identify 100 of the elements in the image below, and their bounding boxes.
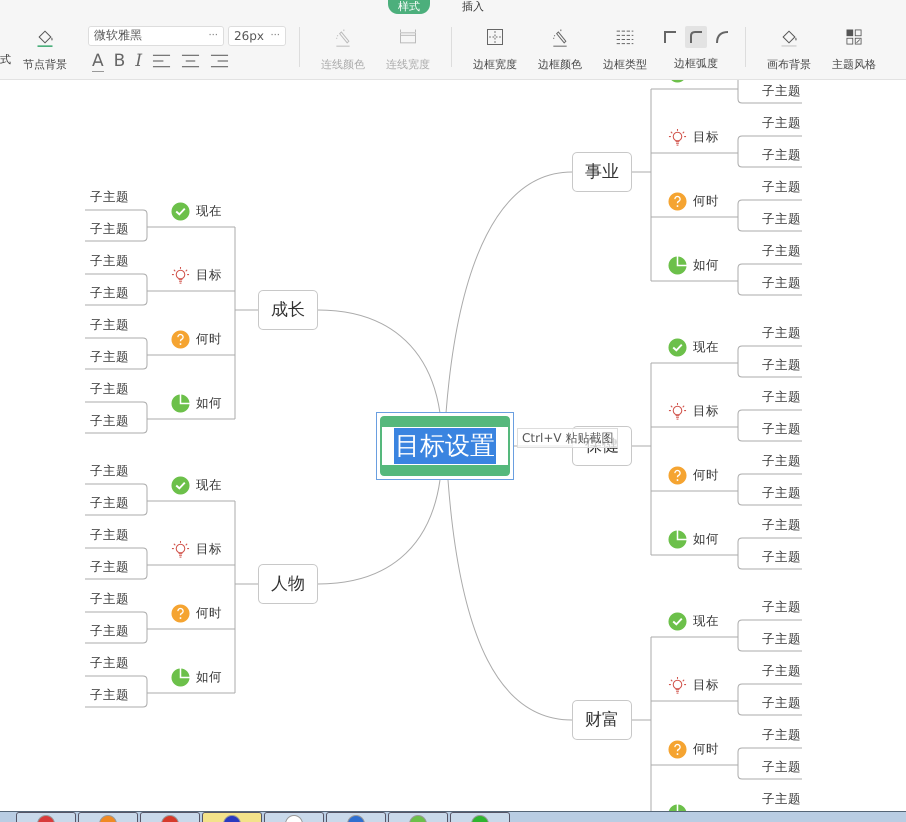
question-icon [668,466,687,486]
subtopic-node[interactable]: 子主题 [762,178,801,196]
toolbar-button[interactable]: 边框类型 [593,21,657,72]
subtopic-node[interactable]: 子主题 [762,388,801,406]
subtopic-node[interactable]: 子主题 [762,726,801,744]
subtopic-node[interactable]: 子主题 [762,758,801,776]
subtopic-node[interactable]: 子主题 [762,662,801,680]
font-size-field[interactable]: 26px ··· [228,26,286,46]
subtopic-node[interactable]: 子主题 [90,622,129,640]
subtopic-label[interactable]: 如何 [196,669,222,686]
taskbar-button[interactable] [264,812,324,822]
subtopic-node[interactable]: 子主题 [90,462,129,480]
topic-node[interactable]: 财富 [572,700,632,740]
subtopic-node[interactable]: 子主题 [762,242,801,260]
align-center-icon[interactable] [181,53,200,70]
subtopic-node[interactable]: 子主题 [762,274,801,292]
font-family-field[interactable]: 微软雅黑 ··· [88,26,224,46]
question-icon [171,330,190,350]
tool-label: 式 [0,52,12,67]
align-right-icon[interactable] [210,53,230,70]
subtopic-node[interactable]: 子主题 [762,548,801,566]
taskbar-button[interactable] [450,812,510,822]
subtopic-node[interactable]: 子主题 [90,558,129,576]
bold-button[interactable]: B [114,51,126,72]
subtopic-node[interactable]: 子主题 [762,210,801,228]
topic-node[interactable]: 人物 [258,564,318,604]
subtopic-label[interactable]: 如何 [693,257,719,274]
topic-title: 目标设置 [394,428,496,464]
subtopic-node[interactable]: 子主题 [90,252,129,270]
lightbulb-icon [668,128,687,148]
subtopic-node[interactable]: 子主题 [762,114,801,132]
subtopic-label[interactable]: 现在 [693,613,719,630]
question-icon [668,740,687,760]
subtopic-node[interactable]: 子主题 [90,526,129,544]
subtopic-node[interactable]: 子主题 [90,380,129,398]
subtopic-label[interactable]: 现在 [196,203,222,220]
taskbar-button[interactable] [78,812,138,822]
taskbar-button[interactable] [388,812,448,822]
subtopic-node[interactable]: 子主题 [762,356,801,374]
subtopic-label[interactable]: 如何 [693,531,719,548]
check-icon [668,612,687,632]
subtopic-node[interactable]: 子主题 [90,316,129,334]
tab[interactable]: 插入 [452,0,494,14]
subtopic-node[interactable]: 子主题 [90,188,129,206]
subtopic-label[interactable]: 现在 [196,477,222,494]
subtopic-label[interactable]: 目标 [196,541,222,558]
subtopic-label[interactable]: 现在 [693,339,719,356]
subtopic-label[interactable]: 目标 [693,403,719,420]
subtopic-node[interactable]: 子主题 [762,452,801,470]
subtopic-label[interactable]: 何时 [693,193,719,210]
subtopic-node[interactable]: 子主题 [90,220,129,238]
taskbar-button[interactable] [326,812,386,822]
taskbar-button[interactable] [202,812,262,822]
toolbar-button[interactable]: 边框宽度 [463,21,527,72]
subtopic-node[interactable]: 子主题 [762,82,801,100]
subtopic-node[interactable]: 子主题 [90,494,129,512]
subtopic-label[interactable]: 目标 [693,677,719,694]
subtopic-node[interactable]: 子主题 [90,412,129,430]
toolbar-button[interactable]: 画布背景 [757,21,821,72]
topic-node[interactable]: 成长 [258,290,318,330]
check-icon [171,202,190,222]
subtopic-node[interactable]: 子主题 [762,324,801,342]
taskbar-button[interactable] [16,812,76,822]
theme-icon [844,27,864,48]
subtopic-node[interactable]: 子主题 [762,516,801,534]
taskbar-button[interactable] [140,812,200,822]
align-left-icon[interactable] [152,53,172,70]
central-topic-node[interactable]: 目标设置 [376,412,514,480]
square-corner-icon [662,29,678,46]
subtopic-node[interactable]: 子主题 [762,598,801,616]
subtopic-node[interactable]: 子主题 [90,686,129,704]
subtopic-label[interactable]: 何时 [693,741,719,758]
subtopic-node[interactable]: 子主题 [90,590,129,608]
subtopic-node[interactable]: 子主题 [762,694,801,712]
topic-node[interactable]: 事业 [572,152,632,192]
lightbulb-icon [171,266,190,286]
subtopic-label[interactable]: 目标 [693,129,719,146]
pie-chart-icon [171,394,190,414]
subtopic-node[interactable]: 子主题 [762,630,801,648]
subtopic-node[interactable]: 子主题 [90,348,129,366]
lightbulb-icon [668,402,687,422]
rounded-corner-button[interactable] [685,26,707,48]
subtopic-node[interactable]: 子主题 [762,420,801,438]
subtopic-label[interactable]: 目标 [196,267,222,284]
subtopic-label[interactable]: 何时 [196,331,222,348]
node-background-button[interactable]: 节点背景 [13,21,77,72]
toolbar-button[interactable]: 边框颜色 [528,21,592,72]
italic-button[interactable]: I [135,51,142,72]
subtopic-node[interactable]: 子主题 [762,484,801,502]
subtopic-node[interactable]: 子主题 [90,284,129,302]
font-color-button[interactable]: A [92,50,104,72]
subtopic-label[interactable]: 何时 [693,467,719,484]
subtopic-label[interactable]: 何时 [196,605,222,622]
subtopic-node[interactable]: 子主题 [762,790,801,808]
subtopic-label[interactable]: 如何 [196,395,222,412]
pie-chart-icon [668,256,687,276]
toolbar-button[interactable]: 主题风格 [822,21,886,72]
subtopic-node[interactable]: 子主题 [762,146,801,164]
lightbulb-icon [668,676,687,696]
subtopic-node[interactable]: 子主题 [90,654,129,672]
